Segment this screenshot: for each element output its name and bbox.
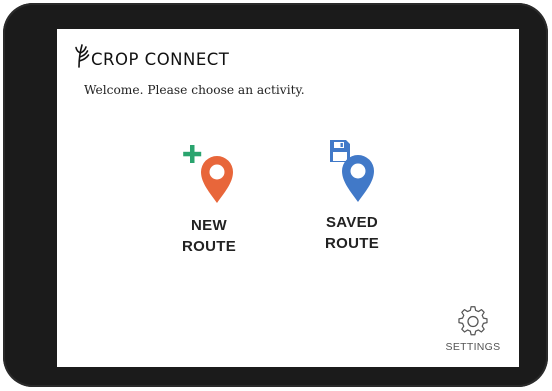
welcome-message: Welcome. Please choose an activity. — [84, 83, 305, 97]
save-map-pin-icon — [330, 140, 374, 202]
app-logo: CROP CONNECT — [74, 43, 229, 69]
new-route-label-line2: ROUTE — [182, 238, 236, 255]
saved-route-label-line2: ROUTE — [325, 235, 379, 252]
settings-label: SETTINGS — [445, 341, 501, 353]
saved-route-button[interactable]: SAVED ROUTE — [307, 138, 397, 254]
wheat-icon — [75, 44, 90, 68]
app-screen: CROP CONNECT Welcome. Please choose an a… — [57, 29, 519, 367]
saved-route-label-line1: SAVED — [325, 214, 379, 231]
add-map-pin-icon — [183, 145, 233, 203]
tablet-frame: CROP CONNECT Welcome. Please choose an a… — [3, 3, 548, 387]
gear-icon — [458, 306, 488, 336]
settings-button[interactable]: SETTINGS — [437, 305, 509, 353]
new-route-button[interactable]: NEW ROUTE — [164, 141, 254, 257]
app-title: CROP CONNECT — [91, 49, 230, 69]
new-route-label-line1: NEW — [191, 217, 227, 234]
